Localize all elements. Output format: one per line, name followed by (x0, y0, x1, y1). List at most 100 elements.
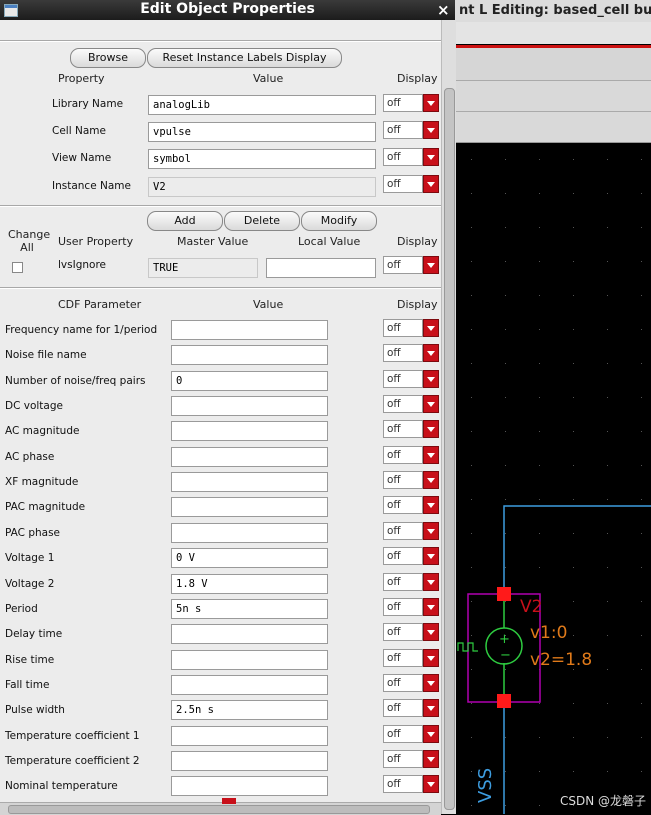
dropdown-arrow-icon[interactable] (423, 370, 439, 388)
display-dropdown[interactable]: off (383, 256, 439, 274)
dropdown-arrow-icon[interactable] (423, 522, 439, 540)
display-dropdown[interactable]: off (383, 446, 439, 464)
display-dropdown[interactable]: off (383, 395, 439, 413)
partial-dropdown-arrow-icon[interactable] (222, 798, 236, 804)
cell-name-field[interactable]: vpulse (148, 122, 376, 142)
dropdown-arrow-icon[interactable] (423, 395, 439, 413)
svg-text:+: + (499, 632, 510, 647)
dropdown-arrow-icon[interactable] (423, 175, 439, 193)
cdf-parameter-value-field[interactable] (171, 472, 328, 492)
cdf-parameter-value-field[interactable] (171, 624, 328, 644)
user-property-label: lvsIgnore (58, 259, 106, 271)
dropdown-arrow-icon[interactable] (423, 496, 439, 514)
horizontal-scroll-thumb[interactable] (8, 805, 430, 814)
cdf-parameter-value-field[interactable] (171, 776, 328, 796)
reset-instance-labels-button[interactable]: Reset Instance Labels Display (147, 48, 342, 68)
cdf-parameter-value-field[interactable] (171, 523, 328, 543)
cdf-parameter-value-field[interactable]: 2.5n s (171, 700, 328, 720)
property-header: Property (58, 72, 105, 85)
display-dropdown[interactable]: off (383, 623, 439, 641)
horizontal-scrollbar[interactable] (0, 802, 441, 815)
display-dropdown[interactable]: off (383, 496, 439, 514)
property-label: Instance Name (52, 180, 131, 192)
dropdown-arrow-icon[interactable] (423, 148, 439, 166)
cdf-parameter-value-field[interactable] (171, 447, 328, 467)
change-all-checkbox[interactable] (12, 262, 23, 273)
dropdown-arrow-icon[interactable] (423, 319, 439, 337)
dropdown-arrow-icon[interactable] (423, 775, 439, 793)
local-value-field[interactable] (266, 258, 376, 278)
dropdown-arrow-icon[interactable] (423, 750, 439, 768)
display-dropdown[interactable]: off (383, 573, 439, 591)
dropdown-arrow-icon[interactable] (423, 471, 439, 489)
toolbar-3[interactable] (455, 112, 651, 143)
display-dropdown[interactable]: off (383, 649, 439, 667)
dropdown-arrow-icon[interactable] (423, 623, 439, 641)
dropdown-arrow-icon[interactable] (423, 598, 439, 616)
display-dropdown[interactable]: off (383, 319, 439, 337)
cdf-parameter-value-field[interactable] (171, 320, 328, 340)
display-dropdown[interactable]: off (383, 598, 439, 616)
display-dropdown[interactable]: off (383, 725, 439, 743)
master-value-field: TRUE (148, 258, 258, 278)
menu-bar[interactable] (455, 22, 651, 44)
cdf-parameter-value-field[interactable]: 5n s (171, 599, 328, 619)
display-dropdown[interactable]: off (383, 121, 439, 139)
display-dropdown[interactable]: off (383, 699, 439, 717)
display-dropdown[interactable]: off (383, 471, 439, 489)
toolbar-1[interactable] (455, 48, 651, 81)
dropdown-arrow-icon[interactable] (423, 725, 439, 743)
display-dropdown[interactable]: off (383, 94, 439, 112)
schematic-canvas[interactable]: + − V2 v1:0 v2=1.8 VSS (455, 143, 651, 814)
dropdown-arrow-icon[interactable] (423, 699, 439, 717)
toolbar-2[interactable] (455, 81, 651, 112)
cdf-parameter-value-field[interactable] (171, 396, 328, 416)
dropdown-arrow-icon[interactable] (423, 446, 439, 464)
cdf-parameter-value-field[interactable]: 0 (171, 371, 328, 391)
dropdown-arrow-icon[interactable] (423, 121, 439, 139)
dropdown-arrow-icon[interactable] (423, 649, 439, 667)
display-dropdown[interactable]: off (383, 148, 439, 166)
display-dropdown[interactable]: off (383, 420, 439, 438)
cdf-parameter-value-field[interactable] (171, 497, 328, 517)
display-dropdown[interactable]: off (383, 344, 439, 362)
dialog-titlebar[interactable]: Edit Object Properties × (0, 0, 455, 20)
cdf-parameter-value-field[interactable] (171, 650, 328, 670)
vertical-scroll-thumb[interactable] (444, 88, 455, 810)
display-dropdown[interactable]: off (383, 370, 439, 388)
cdf-parameter-label: AC phase (5, 451, 55, 463)
dropdown-arrow-icon[interactable] (423, 94, 439, 112)
dropdown-arrow-icon[interactable] (423, 674, 439, 692)
modify-button[interactable]: Modify (301, 211, 377, 231)
close-icon[interactable]: × (437, 1, 450, 19)
display-dropdown[interactable]: off (383, 674, 439, 692)
cdf-parameter-value-field[interactable] (171, 675, 328, 695)
cdf-parameter-value-field[interactable] (171, 345, 328, 365)
display-header: Display (397, 235, 438, 248)
view-name-field[interactable]: symbol (148, 149, 376, 169)
delete-button[interactable]: Delete (224, 211, 300, 231)
browse-button[interactable]: Browse (70, 48, 146, 68)
library-name-field[interactable]: analogLib (148, 95, 376, 115)
add-button[interactable]: Add (147, 211, 223, 231)
cdf-parameter-value-field[interactable]: 1.8 V (171, 574, 328, 594)
display-dropdown[interactable]: off (383, 175, 439, 193)
schematic-window-title: nt L Editing: based_cell buf (455, 0, 651, 22)
dropdown-arrow-icon[interactable] (423, 547, 439, 565)
cdf-parameter-value-field[interactable] (171, 421, 328, 441)
cdf-parameter-value-field[interactable]: 0 V (171, 548, 328, 568)
dropdown-arrow-icon[interactable] (423, 573, 439, 591)
dropdown-arrow-icon[interactable] (423, 420, 439, 438)
cdf-parameter-value-field[interactable] (171, 751, 328, 771)
display-dropdown[interactable]: off (383, 775, 439, 793)
display-dropdown[interactable]: off (383, 547, 439, 565)
cdf-parameter-label: Fall time (5, 679, 50, 691)
dropdown-arrow-icon[interactable] (423, 256, 439, 274)
cdf-parameter-value-field[interactable] (171, 726, 328, 746)
display-dropdown[interactable]: off (383, 522, 439, 540)
dropdown-arrow-icon[interactable] (423, 344, 439, 362)
property-label: Library Name (52, 98, 124, 110)
schematic-window: nt L Editing: based_cell buf + − V2 v1:0… (455, 0, 651, 814)
vertical-scrollbar[interactable] (441, 20, 456, 814)
display-dropdown[interactable]: off (383, 750, 439, 768)
